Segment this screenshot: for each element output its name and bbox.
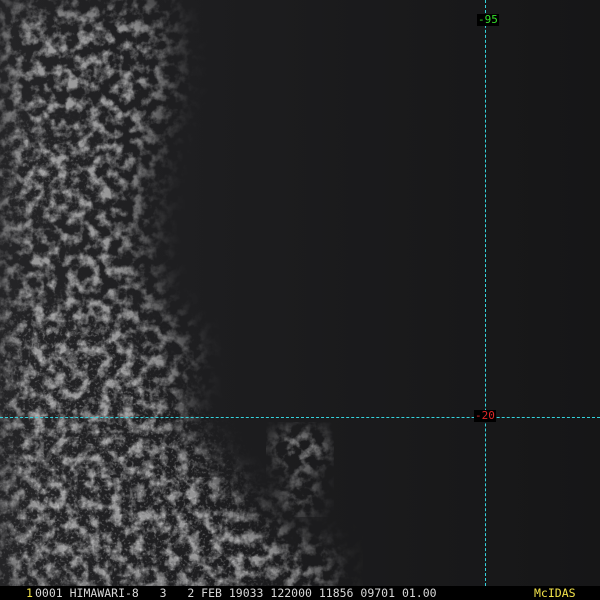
mcidas-status-bar: 1 0001 HIMAWARI-8 3 2 FEB 19033 122000 1… (0, 586, 600, 600)
longitude-label: -95 (477, 13, 499, 26)
satellite-image-viewport[interactable]: -95 -20 (0, 0, 600, 600)
frame-number: 1 (26, 586, 33, 600)
latitude-grid-line (0, 417, 600, 418)
longitude-grid-line (485, 0, 486, 586)
satellite-visible-image (0, 0, 600, 600)
frame-info-line: 0001 HIMAWARI-8 3 2 FEB 19033 122000 118… (35, 586, 437, 600)
mcidas-logo-label: McIDAS (534, 586, 576, 600)
latitude-label: -20 (474, 409, 496, 422)
